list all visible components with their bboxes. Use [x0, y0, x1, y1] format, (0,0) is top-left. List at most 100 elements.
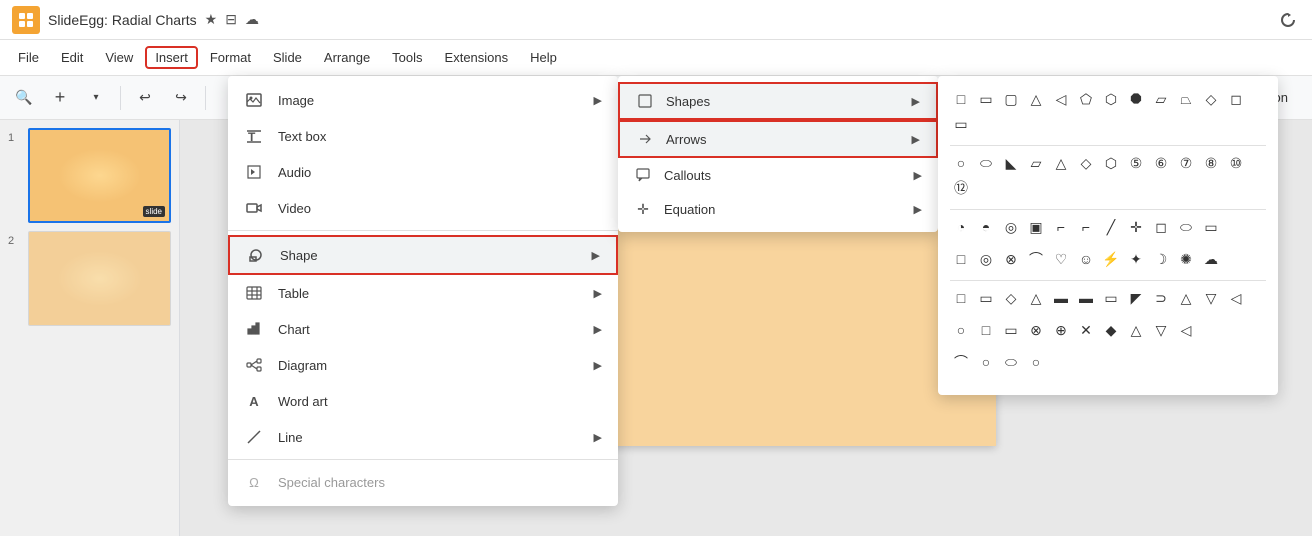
shape-r6-10[interactable]: ◁ — [1175, 319, 1197, 341]
shape-darrow[interactable]: △ — [1025, 287, 1047, 309]
menu-row-image[interactable]: Image ▶ — [228, 82, 618, 118]
shape-r6-8[interactable]: △ — [1125, 319, 1147, 341]
shape-square[interactable]: □ — [950, 88, 972, 110]
shape-ellipse[interactable]: ⬭ — [975, 152, 997, 174]
undo-btn[interactable]: ↩ — [129, 82, 161, 114]
shape-round[interactable]: ◻ — [1225, 88, 1247, 110]
shape-circle[interactable]: ○ — [950, 152, 972, 174]
menu-row-wordart[interactable]: A Word art — [228, 383, 618, 419]
shape-10[interactable]: ⑩ — [1225, 152, 1247, 174]
shape-darrow3[interactable]: ▽ — [1200, 287, 1222, 309]
star-icon[interactable]: ★ — [205, 11, 218, 28]
folder-icon[interactable]: ⊟ — [225, 11, 237, 28]
menu-row-shape[interactable]: Shape ▶ — [228, 235, 618, 275]
shape-rtri2[interactable]: ◣ — [1000, 152, 1022, 174]
shape-r6-6[interactable]: ✕ — [1075, 319, 1097, 341]
shape-7[interactable]: ⑦ — [1175, 152, 1197, 174]
search-btn[interactable]: 🔍 — [8, 82, 40, 114]
menu-arrange[interactable]: Arrange — [314, 46, 380, 69]
shape-triangle[interactable]: △ — [1025, 88, 1047, 110]
menu-help[interactable]: Help — [520, 46, 567, 69]
menu-row-audio[interactable]: Audio — [228, 154, 618, 190]
slide-preview-1[interactable]: slide — [28, 128, 171, 223]
redo-btn[interactable]: ↪ — [165, 82, 197, 114]
shape-donut[interactable]: ◎ — [1000, 216, 1022, 238]
shape-r7-2[interactable]: ○ — [975, 351, 997, 373]
menu-slide[interactable]: Slide — [263, 46, 312, 69]
shape-tri2[interactable]: △ — [1050, 152, 1072, 174]
shape-r6-2[interactable]: □ — [975, 319, 997, 341]
shape-larrow2[interactable]: ▬ — [1050, 287, 1072, 309]
shape-r6-7[interactable]: ◆ — [1100, 319, 1122, 341]
shape-snip[interactable]: ▭ — [950, 113, 972, 135]
shape-sun[interactable]: ✦ — [1125, 248, 1147, 270]
shape-heart[interactable]: ♡ — [1050, 248, 1072, 270]
shape-dbl-wave[interactable]: ⌒ — [1025, 248, 1047, 270]
shape-halfframe[interactable]: ⌐ — [1050, 216, 1072, 238]
shape-cross[interactable]: ✺ — [1175, 248, 1197, 270]
shape-pent[interactable]: ⬠ — [1075, 88, 1097, 110]
shape-smiley[interactable]: ☺ — [1075, 248, 1097, 270]
menu-extensions[interactable]: Extensions — [435, 46, 519, 69]
shape-r7-3[interactable]: ⬭ — [1000, 351, 1022, 373]
shape-frame[interactable]: ▣ — [1025, 216, 1047, 238]
menu-row-video[interactable]: Video — [228, 190, 618, 226]
shape-hex[interactable]: ⬡ — [1100, 88, 1122, 110]
shape-rarrow2[interactable]: ▬ — [1075, 287, 1097, 309]
menu-insert[interactable]: Insert — [145, 46, 198, 69]
shape-pie[interactable]: ◔ — [950, 216, 972, 238]
menu-view[interactable]: View — [95, 46, 143, 69]
shape-para2[interactable]: ▱ — [1025, 152, 1047, 174]
shape-r7-4[interactable]: ○ — [1025, 351, 1047, 373]
zoom-dropdown[interactable]: ▾ — [80, 82, 112, 114]
menu-row-chart[interactable]: Chart ▶ — [228, 311, 618, 347]
menu-tools[interactable]: Tools — [382, 46, 432, 69]
shape-r6-4[interactable]: ⊗ — [1025, 319, 1047, 341]
shape-r6-1[interactable]: ○ — [950, 319, 972, 341]
menu-row-textbox[interactable]: T Text box — [228, 118, 618, 154]
shape-right-tri[interactable]: ◁ — [1050, 88, 1072, 110]
menu-edit[interactable]: Edit — [51, 46, 93, 69]
shape-rarrow[interactable]: □ — [950, 287, 972, 309]
shape-r6-9[interactable]: ▽ — [1150, 319, 1172, 341]
shape-r6-3[interactable]: ▭ — [1000, 319, 1022, 341]
shape-plaque[interactable]: ◻ — [1150, 216, 1172, 238]
shape-12[interactable]: ⑫ — [950, 177, 972, 199]
shape-larrow[interactable]: ▭ — [975, 287, 997, 309]
shape-no-sym[interactable]: ◎ — [975, 248, 997, 270]
shape-wave[interactable]: ⊗ — [1000, 248, 1022, 270]
shape-6[interactable]: ⑥ — [1150, 152, 1172, 174]
history-icon[interactable] — [1276, 8, 1300, 32]
shape-rect[interactable]: ▭ — [975, 88, 997, 110]
shape-r7-1[interactable]: ⌒ — [950, 351, 972, 373]
slide-preview-2[interactable] — [28, 231, 171, 326]
shape-corner[interactable]: ⌐ — [1075, 216, 1097, 238]
shape-submenu-arrows[interactable]: Arrows ▶ — [618, 120, 938, 158]
shape-darrow2[interactable]: ◤ — [1125, 287, 1147, 309]
menu-row-diagram[interactable]: Diagram ▶ — [228, 347, 618, 383]
cloud-icon[interactable]: ☁ — [245, 11, 259, 28]
shape-moon[interactable]: ☽ — [1150, 248, 1172, 270]
shape-submenu-callouts[interactable]: Callouts ▶ — [618, 158, 938, 192]
menu-row-special[interactable]: Ω Special characters — [228, 464, 618, 500]
shape-oct[interactable]: ⯃ — [1125, 88, 1147, 110]
shape-8[interactable]: ⑧ — [1200, 152, 1222, 174]
shape-para[interactable]: ▱ — [1150, 88, 1172, 110]
shape-uarrow3[interactable]: △ — [1175, 287, 1197, 309]
shape-trap[interactable]: ⏢ — [1175, 88, 1197, 110]
shape-lightning[interactable]: ⚡ — [1100, 248, 1122, 270]
shape-submenu-shapes[interactable]: Shapes ▶ — [618, 82, 938, 120]
shape-chord[interactable]: ◓ — [975, 216, 997, 238]
shape-uarrow[interactable]: ◇ — [1000, 287, 1022, 309]
menu-file[interactable]: File — [8, 46, 49, 69]
shape-round-rect[interactable]: ▢ — [1000, 88, 1022, 110]
shape-cloud[interactable]: ☁ — [1200, 248, 1222, 270]
shape-diam2[interactable]: ◇ — [1075, 152, 1097, 174]
shape-cube[interactable]: ▭ — [1200, 216, 1222, 238]
shape-bevel[interactable]: □ — [950, 248, 972, 270]
menu-row-table[interactable]: Table ▶ — [228, 275, 618, 311]
shape-diam[interactable]: ◇ — [1200, 88, 1222, 110]
shape-larrow3[interactable]: ◁ — [1225, 287, 1247, 309]
shape-5[interactable]: ⑤ — [1125, 152, 1147, 174]
menu-format[interactable]: Format — [200, 46, 261, 69]
